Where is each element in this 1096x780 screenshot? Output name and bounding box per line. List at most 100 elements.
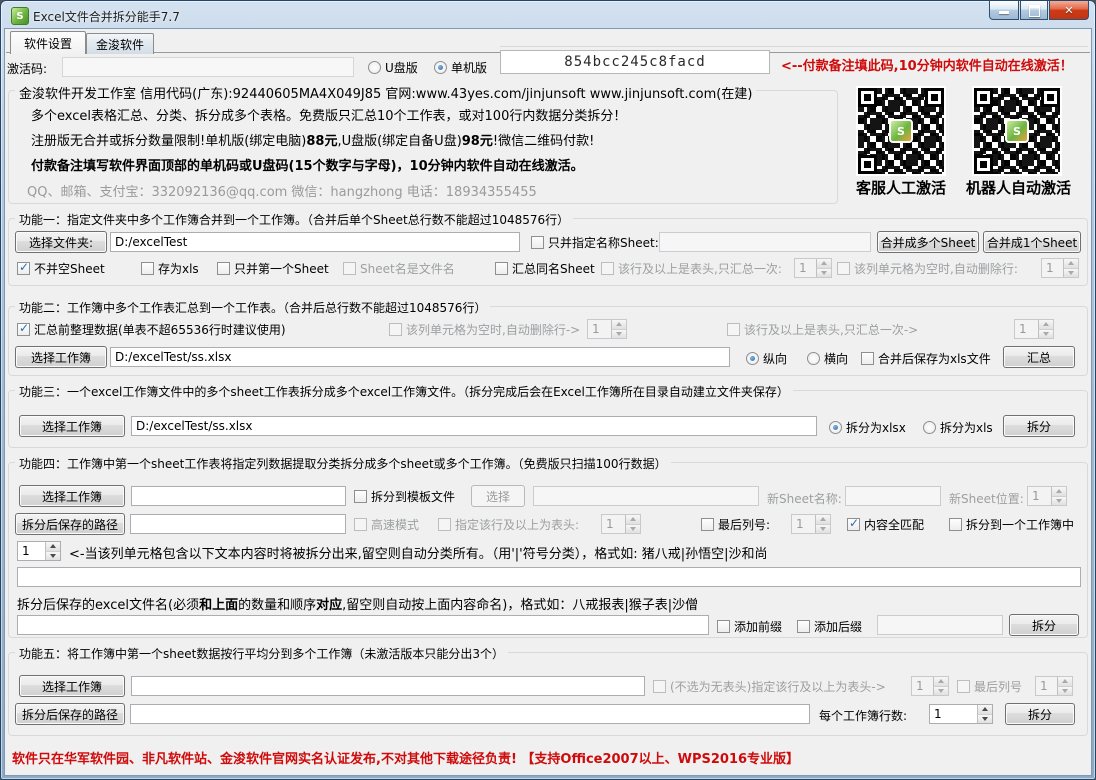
f1-header-row-checkbox[interactable]: 该行及以上是表头,只汇总一次:: [601, 260, 782, 276]
f5-header-row-spinner[interactable]: 1: [911, 676, 949, 696]
f4-fast-mode-checkbox[interactable]: 高速模式: [354, 516, 419, 532]
f4-add-suffix-checkbox[interactable]: 添加后缀: [797, 618, 862, 634]
f4-split-button[interactable]: 拆分: [1009, 614, 1079, 636]
spinner-down-icon[interactable]: [933, 686, 948, 695]
spinner-down-icon[interactable]: [1051, 496, 1066, 505]
f4-filter-text-input[interactable]: [17, 567, 1081, 587]
f2-select-workbook-button[interactable]: 选择工作簿: [15, 346, 107, 368]
spinner-up-icon[interactable]: [816, 259, 831, 269]
spinner-up-icon[interactable]: [611, 320, 626, 330]
f4-new-sheet-name-input[interactable]: [845, 486, 941, 506]
f1-folder-path-input[interactable]: [110, 232, 520, 252]
activation-code-input[interactable]: [62, 57, 354, 77]
spinner-down-icon[interactable]: [815, 524, 830, 533]
spinner-up-icon[interactable]: [1057, 677, 1072, 687]
spinner-down-icon[interactable]: [1038, 329, 1053, 338]
maximize-icon: [1028, 5, 1040, 17]
spinner-down-icon[interactable]: [611, 329, 626, 338]
f1-sheet-name-is-filename-checkbox[interactable]: Sheet名是文件名: [343, 260, 455, 276]
spinner-up-icon[interactable]: [45, 542, 60, 552]
f4-full-match-checkbox[interactable]: 内容全匹配: [847, 516, 924, 532]
f3-split-xls-radio[interactable]: 拆分为xls: [923, 419, 993, 435]
f1-merge-one-sheet-button[interactable]: 合并成1个Sheet: [983, 231, 1081, 253]
f1-delete-empty-row-checkbox[interactable]: 该列单元格为空时,自动删除行:: [837, 260, 1018, 276]
f1-delete-empty-row-spinner[interactable]: 1: [1041, 258, 1079, 278]
f4-last-column-checkbox[interactable]: 最后列号:: [701, 516, 770, 532]
f1-named-sheet-input[interactable]: [659, 232, 871, 252]
spinner-down-icon[interactable]: [1057, 686, 1072, 695]
f3-split-button[interactable]: 拆分: [1003, 415, 1075, 437]
tab-jinjun-software[interactable]: 金浚软件: [86, 33, 154, 54]
f4-split-to-one-workbook-checkbox[interactable]: 拆分到一个工作簿中: [949, 516, 1074, 532]
spinner-down-icon[interactable]: [816, 268, 831, 277]
spinner-up-icon[interactable]: [977, 705, 992, 715]
f4-save-path-input[interactable]: [130, 514, 346, 534]
usb-version-radio[interactable]: U盘版: [368, 59, 418, 75]
f4-split-to-template-checkbox[interactable]: 拆分到模板文件: [354, 488, 455, 504]
f2-delete-empty-row-spinner[interactable]: 1: [587, 319, 627, 339]
f1-merge-same-name-sheet-checkbox[interactable]: 汇总同名Sheet: [495, 260, 595, 276]
f4-filenames-input[interactable]: [17, 615, 709, 635]
f2-clean-data-checkbox[interactable]: 汇总前整理数据(单表不超65536行时建议使用): [17, 321, 286, 337]
f4-choose-template-button[interactable]: 选择: [471, 485, 525, 507]
f2-header-row-spinner[interactable]: 1: [1014, 319, 1054, 339]
f5-save-path-input[interactable]: [130, 704, 810, 724]
radio-label: 纵向: [763, 351, 788, 366]
spinner-down-icon[interactable]: [625, 524, 640, 533]
f5-split-button[interactable]: 拆分: [1005, 703, 1075, 725]
f2-delete-empty-row-checkbox[interactable]: 该列单元格为空时,自动删除行->: [389, 321, 580, 337]
minimize-button[interactable]: [989, 1, 1019, 20]
tab-software-settings[interactable]: 软件设置: [10, 31, 86, 54]
f1-named-sheet-checkbox[interactable]: 只并指定名称Sheet:: [531, 234, 659, 250]
spinner-down-icon[interactable]: [1063, 268, 1078, 277]
f1-header-row-spinner[interactable]: 1: [794, 258, 832, 278]
f4-last-column-spinner[interactable]: 1: [791, 514, 831, 534]
f2-horizontal-radio[interactable]: 横向: [807, 350, 848, 366]
spinner-down-icon[interactable]: [977, 714, 992, 723]
f5-header-row-checkbox[interactable]: (不选为无表头)指定该行及以上为表头->: [653, 678, 886, 694]
f5-select-workbook-button[interactable]: 选择工作簿: [19, 675, 125, 697]
f3-select-workbook-button[interactable]: 选择工作簿: [19, 415, 125, 437]
f4-save-path-button[interactable]: 拆分后保存的路径: [15, 513, 125, 535]
f4-workbook-path-input[interactable]: [131, 486, 346, 506]
spinner-down-icon[interactable]: [45, 551, 60, 560]
f2-vertical-radio[interactable]: 纵向: [746, 350, 787, 366]
f5-last-column-spinner[interactable]: 1: [1035, 676, 1073, 696]
spinner-up-icon[interactable]: [1038, 320, 1053, 330]
f4-select-workbook-button[interactable]: 选择工作簿: [19, 485, 125, 507]
f4-column-number-spinner[interactable]: 1: [17, 541, 61, 561]
f5-rows-per-workbook-label: 每个工作簿行数:: [819, 709, 908, 723]
f1-skip-empty-sheet-checkbox[interactable]: 不并空Sheet: [17, 260, 105, 276]
f4-template-path-input[interactable]: [533, 486, 759, 506]
f4-header-row-spinner[interactable]: 1: [601, 514, 641, 534]
standalone-version-radio[interactable]: 单机版: [434, 59, 487, 75]
f5-save-path-button[interactable]: 拆分后保存的路径: [15, 703, 125, 725]
f4-header-row-checkbox[interactable]: 指定该行及以上为表头:: [438, 516, 579, 532]
f4-new-sheet-position-spinner[interactable]: 1: [1027, 486, 1067, 506]
close-button[interactable]: [1049, 1, 1089, 20]
f1-merge-multi-sheet-button[interactable]: 合并成多个Sheet: [877, 231, 979, 253]
spinner-arrows: [611, 320, 626, 338]
f5-workbook-path-input[interactable]: [131, 676, 645, 696]
f5-rows-per-workbook-spinner[interactable]: 1: [929, 704, 993, 724]
f4-add-prefix-checkbox[interactable]: 添加前缀: [717, 618, 782, 634]
f3-workbook-path-input[interactable]: [131, 416, 817, 436]
f1-first-sheet-only-checkbox[interactable]: 只并第一个Sheet: [217, 260, 329, 276]
spinner-up-icon[interactable]: [933, 677, 948, 687]
spinner-up-icon[interactable]: [1051, 487, 1066, 497]
spinner-up-icon[interactable]: [625, 515, 640, 525]
spinner-up-icon[interactable]: [1063, 259, 1078, 269]
f2-header-row-checkbox[interactable]: 该行及以上是表头,只汇总一次->: [727, 321, 918, 337]
info-group-title: 金浚软件开发工作室 信用代码(广东):92440605MA4X049J85 官网…: [15, 83, 757, 102]
f2-save-as-xls-checkbox[interactable]: 合并后保存为xls文件: [861, 350, 991, 366]
f1-select-folder-button[interactable]: 选择文件夹:: [15, 231, 107, 253]
f2-workbook-path-input[interactable]: [110, 347, 730, 367]
f2-merge-button[interactable]: 汇总: [1003, 346, 1075, 368]
f3-split-xlsx-radio[interactable]: 拆分为xlsx: [829, 419, 906, 435]
spinner-up-icon[interactable]: [815, 515, 830, 525]
spinner-value: 1: [796, 517, 804, 531]
f5-last-column-checkbox[interactable]: 最后列号: [957, 678, 1022, 694]
f1-save-as-xls-checkbox[interactable]: 存为xls: [141, 260, 199, 276]
maximize-button[interactable]: [1020, 1, 1048, 20]
f4-prefix-suffix-input[interactable]: [877, 615, 1003, 635]
